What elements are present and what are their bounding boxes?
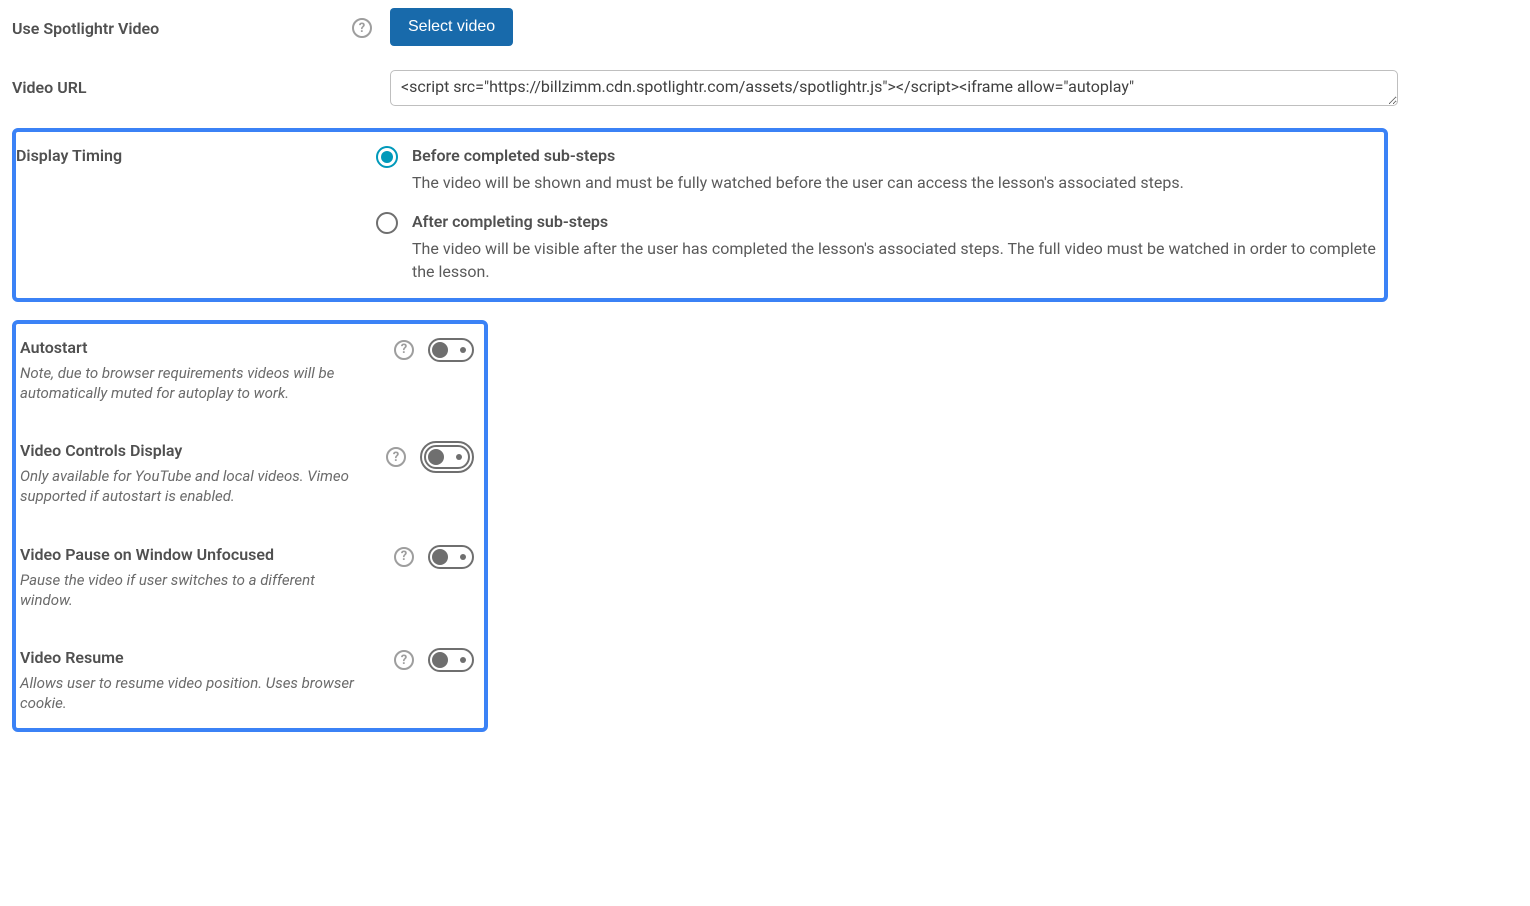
video-resume-toggle[interactable] — [428, 648, 474, 672]
toggle-focus-ring — [420, 441, 474, 473]
use-spotlightr-label: Use Spotlightr Video — [12, 19, 159, 38]
label-col: Display Timing — [16, 146, 376, 165]
radio-title: After completing sub-steps — [412, 212, 1378, 231]
toggle-knob-icon — [432, 342, 448, 358]
toggle-dot-icon — [460, 657, 466, 663]
display-timing-highlight: Display Timing Before completed sub-step… — [12, 128, 1388, 302]
label-col: Video URL — [12, 70, 372, 97]
toggle-knob-icon — [432, 549, 448, 565]
video-resume-desc: Allows user to resume video position. Us… — [20, 673, 360, 714]
toggle-knob-icon — [428, 449, 444, 465]
pause-unfocused-row: Video Pause on Window Unfocused Pause th… — [16, 545, 480, 611]
autostart-toggle[interactable] — [428, 338, 474, 362]
use-spotlightr-row: Use Spotlightr Video ? Select video — [12, 8, 1518, 46]
autostart-label: Autostart — [20, 338, 394, 357]
select-video-button[interactable]: Select video — [390, 8, 513, 46]
toggle-label-col: Video Pause on Window Unfocused Pause th… — [16, 545, 394, 611]
radio-desc: The video will be visible after the user… — [412, 237, 1378, 283]
toggle-label-col: Video Resume Allows user to resume video… — [16, 648, 394, 714]
controls-display-toggle[interactable] — [424, 445, 470, 469]
toggle-knob-icon — [432, 652, 448, 668]
toggle-ctrl-col: ? — [386, 441, 474, 473]
control-col — [372, 70, 1518, 110]
help-icon[interactable]: ? — [394, 340, 414, 360]
toggle-ctrl-col: ? — [394, 648, 474, 672]
toggle-ctrl-col: ? — [394, 338, 474, 362]
radio-inner-icon — [381, 151, 393, 163]
settings-form: Use Spotlightr Video ? Select video Vide… — [0, 0, 1530, 752]
radio-desc: The video will be shown and must be full… — [412, 171, 1378, 194]
toggle-dot-icon — [460, 554, 466, 560]
radio-icon[interactable] — [376, 146, 398, 168]
radio-option-after[interactable]: After completing sub-steps The video wil… — [376, 212, 1378, 283]
video-resume-row: Video Resume Allows user to resume video… — [16, 648, 480, 714]
help-icon[interactable]: ? — [394, 547, 414, 567]
radio-option-before[interactable]: Before completed sub-steps The video wil… — [376, 146, 1378, 194]
help-icon[interactable]: ? — [386, 447, 406, 467]
help-icon[interactable]: ? — [352, 18, 372, 38]
video-resume-label: Video Resume — [20, 648, 394, 667]
video-url-row: Video URL — [12, 70, 1518, 110]
radio-text: Before completed sub-steps The video wil… — [412, 146, 1378, 194]
video-url-label: Video URL — [12, 78, 87, 97]
controls-display-row: Video Controls Display Only available fo… — [16, 441, 480, 507]
display-timing-options: Before completed sub-steps The video wil… — [376, 146, 1378, 284]
control-col: Select video — [372, 8, 1518, 46]
controls-display-label: Video Controls Display — [20, 441, 386, 460]
toggle-label-col: Video Controls Display Only available fo… — [16, 441, 386, 507]
video-url-input[interactable] — [390, 70, 1398, 106]
radio-title: Before completed sub-steps — [412, 146, 1378, 165]
display-timing-label: Display Timing — [16, 146, 122, 165]
toggle-ctrl-col: ? — [394, 545, 474, 569]
radio-text: After completing sub-steps The video wil… — [412, 212, 1378, 283]
controls-display-desc: Only available for YouTube and local vid… — [20, 466, 360, 507]
pause-unfocused-label: Video Pause on Window Unfocused — [20, 545, 394, 564]
toggle-dot-icon — [460, 347, 466, 353]
label-col: Use Spotlightr Video ? — [12, 8, 372, 38]
toggle-label-col: Autostart Note, due to browser requireme… — [16, 338, 394, 404]
help-icon[interactable]: ? — [394, 650, 414, 670]
video-options-highlight: Autostart Note, due to browser requireme… — [12, 320, 488, 732]
pause-unfocused-desc: Pause the video if user switches to a di… — [20, 570, 360, 611]
toggle-dot-icon — [456, 454, 462, 460]
autostart-desc: Note, due to browser requirements videos… — [20, 363, 360, 404]
pause-unfocused-toggle[interactable] — [428, 545, 474, 569]
display-timing-row: Display Timing Before completed sub-step… — [16, 146, 1378, 284]
autostart-row: Autostart Note, due to browser requireme… — [16, 338, 480, 404]
radio-icon[interactable] — [376, 212, 398, 234]
